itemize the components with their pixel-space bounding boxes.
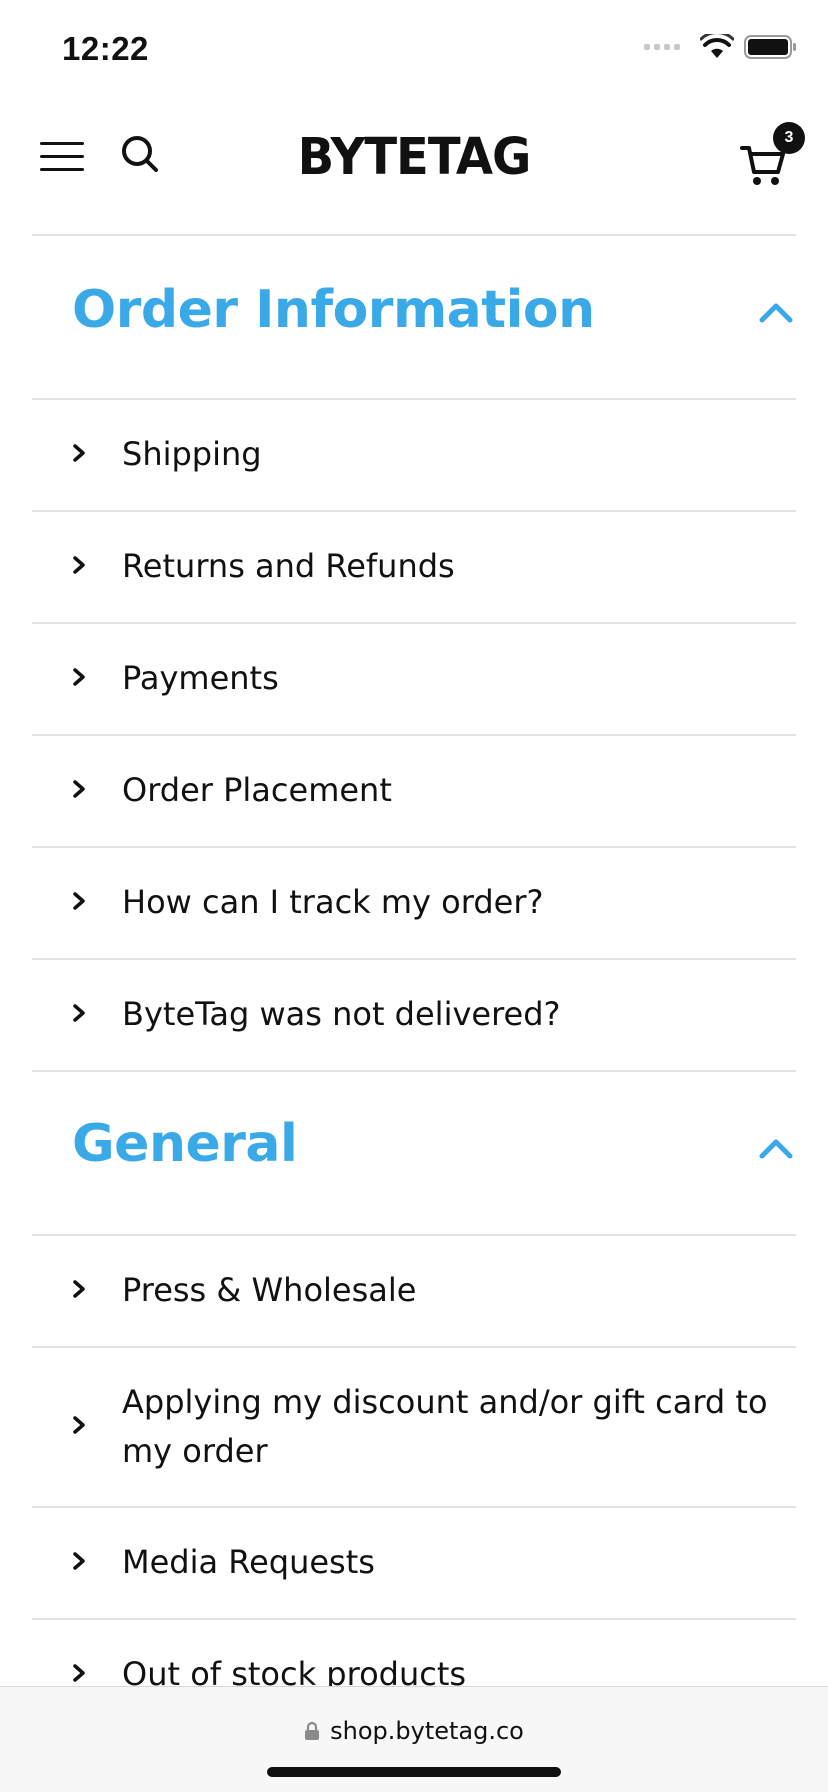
faq-item-returns-and-refunds[interactable]: Returns and Refunds — [32, 512, 796, 622]
chevron-right-icon — [73, 668, 85, 686]
status-icons — [644, 34, 798, 60]
url-text: shop.bytetag.co — [330, 1717, 524, 1745]
search-icon[interactable] — [120, 134, 160, 174]
faq-item-label: Order Placement — [122, 771, 392, 809]
faq-item-label: Shipping — [122, 435, 262, 473]
section-title: Order Information — [72, 280, 595, 340]
faq-item-not-delivered[interactable]: ByteTag was not delivered? — [32, 960, 796, 1070]
chevron-right-icon — [73, 1280, 85, 1298]
lock-icon — [305, 1721, 320, 1740]
page: 12:22 BYTETAG 3 Order Information Shippi… — [0, 0, 828, 1792]
status-bar: 12:22 — [0, 0, 828, 100]
faq-item-press-wholesale[interactable]: Press & Wholesale — [32, 1236, 796, 1346]
browser-bottom-bar: shop.bytetag.co — [0, 1686, 828, 1792]
address-bar[interactable]: shop.bytetag.co — [0, 1711, 828, 1751]
faq-item-discount-gift-card[interactable]: Applying my discount and/or gift card to… — [32, 1348, 796, 1506]
faq-item-label: How can I track my order? — [122, 883, 544, 921]
home-indicator[interactable] — [267, 1767, 561, 1777]
faq-item-label: Media Requests — [122, 1543, 375, 1581]
wifi-icon — [700, 34, 734, 58]
faq-item-label: ByteTag was not delivered? — [122, 995, 561, 1033]
cellular-signal-icon — [644, 44, 680, 50]
cart-button[interactable]: 3 — [740, 122, 805, 188]
cart-count-badge: 3 — [773, 122, 805, 154]
faq-item-label: Press & Wholesale — [122, 1271, 417, 1309]
chevron-right-icon — [73, 1416, 85, 1434]
faq-item-payments[interactable]: Payments — [32, 624, 796, 734]
section-title: General — [72, 1114, 298, 1174]
faq-item-media-requests[interactable]: Media Requests — [32, 1508, 796, 1618]
faq-item-shipping[interactable]: Shipping — [32, 400, 796, 510]
hamburger-menu-icon[interactable] — [40, 140, 84, 174]
chevron-up-icon — [759, 1139, 793, 1159]
bytetag-logo[interactable]: BYTETAG — [290, 129, 538, 186]
chevron-right-icon — [73, 444, 85, 462]
battery-icon — [744, 35, 796, 59]
faq-item-label: Returns and Refunds — [122, 547, 455, 585]
faq-item-label: Applying my discount and/or gift card to… — [122, 1383, 768, 1470]
faq-item-label: Payments — [122, 659, 279, 697]
chevron-right-icon — [73, 1004, 85, 1022]
chevron-right-icon — [73, 892, 85, 910]
section-order-information-header[interactable]: Order Information — [0, 236, 828, 396]
chevron-up-icon — [759, 303, 793, 323]
chevron-right-icon — [73, 556, 85, 574]
site-header: BYTETAG 3 — [0, 110, 828, 230]
section-general-header[interactable]: General — [0, 1072, 828, 1232]
faq-item-order-placement[interactable]: Order Placement — [32, 736, 796, 846]
chevron-right-icon — [73, 780, 85, 798]
chevron-right-icon — [73, 1664, 85, 1682]
status-time: 12:22 — [62, 30, 149, 67]
chevron-right-icon — [73, 1552, 85, 1570]
faq-item-track-order[interactable]: How can I track my order? — [32, 848, 796, 958]
